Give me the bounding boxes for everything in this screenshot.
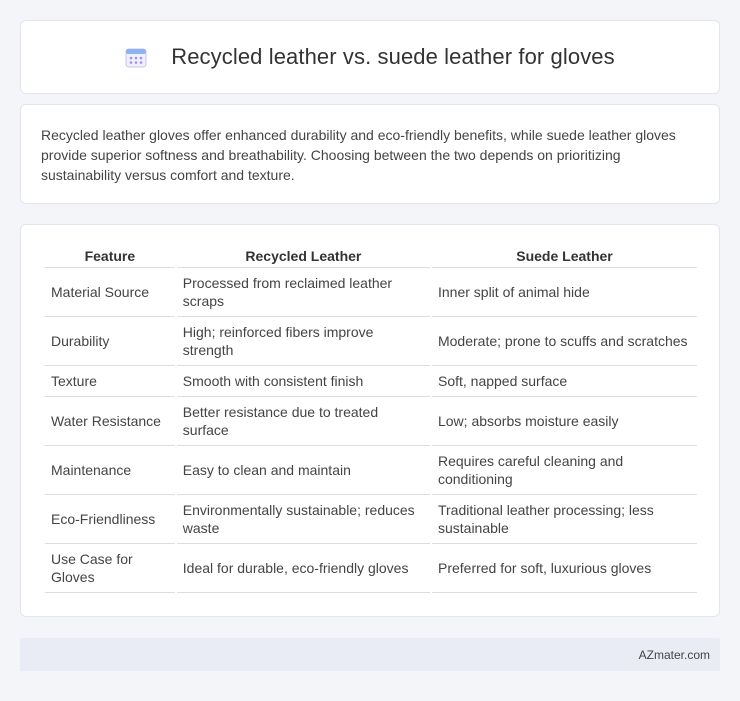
- recycled-cell: Ideal for durable, eco-friendly gloves: [176, 544, 430, 593]
- header-recycled-leather: Recycled Leather: [176, 245, 430, 268]
- table-header-row: Feature Recycled Leather Suede Leather: [45, 245, 697, 268]
- feature-cell: Texture: [45, 366, 175, 397]
- feature-cell: Eco-Friendliness: [45, 495, 175, 544]
- suede-cell: Traditional leather processing; less sus…: [431, 495, 697, 544]
- recycled-cell: Processed from reclaimed leather scraps: [176, 268, 430, 317]
- footer-brand: AZmater.com: [638, 647, 710, 662]
- comparison-table-card: Feature Recycled Leather Suede Leather M…: [20, 224, 720, 617]
- table-row: Eco-Friendliness Environmentally sustain…: [45, 495, 697, 544]
- table-row: Texture Smooth with consistent finish So…: [45, 366, 697, 397]
- suede-cell: Low; absorbs moisture easily: [431, 397, 697, 446]
- table-row: Durability High; reinforced fibers impro…: [45, 317, 697, 366]
- suede-cell: Moderate; prone to scuffs and scratches: [431, 317, 697, 366]
- suede-cell: Soft, napped surface: [431, 366, 697, 397]
- recycled-cell: High; reinforced fibers improve strength: [176, 317, 430, 366]
- feature-cell: Use Case for Gloves: [45, 544, 175, 593]
- suede-cell: Requires careful cleaning and conditioni…: [431, 446, 697, 495]
- recycled-cell: Smooth with consistent finish: [176, 366, 430, 397]
- comparison-table: Feature Recycled Leather Suede Leather M…: [43, 245, 699, 593]
- table-row: Use Case for Gloves Ideal for durable, e…: [45, 544, 697, 593]
- feature-cell: Water Resistance: [45, 397, 175, 446]
- feature-cell: Durability: [45, 317, 175, 366]
- page-title: Recycled leather vs. suede leather for g…: [171, 44, 615, 69]
- suede-cell: Preferred for soft, luxurious gloves: [431, 544, 697, 593]
- summary-text: Recycled leather gloves offer enhanced d…: [41, 127, 676, 183]
- footer: AZmater.com: [20, 638, 720, 671]
- table-row: Maintenance Easy to clean and maintain R…: [45, 446, 697, 495]
- suede-cell: Inner split of animal hide: [431, 268, 697, 317]
- title-card: Recycled leather vs. suede leather for g…: [20, 20, 720, 94]
- feature-cell: Maintenance: [45, 446, 175, 495]
- recycled-cell: Better resistance due to treated surface: [176, 397, 430, 446]
- header-feature: Feature: [45, 245, 175, 268]
- table-row: Material Source Processed from reclaimed…: [45, 268, 697, 317]
- table-row: Water Resistance Better resistance due t…: [45, 397, 697, 446]
- feature-cell: Material Source: [45, 268, 175, 317]
- recycled-cell: Environmentally sustainable; reduces was…: [176, 495, 430, 544]
- calendar-icon: [125, 46, 147, 68]
- header-suede-leather: Suede Leather: [431, 245, 697, 268]
- summary-card: Recycled leather gloves offer enhanced d…: [20, 104, 720, 204]
- recycled-cell: Easy to clean and maintain: [176, 446, 430, 495]
